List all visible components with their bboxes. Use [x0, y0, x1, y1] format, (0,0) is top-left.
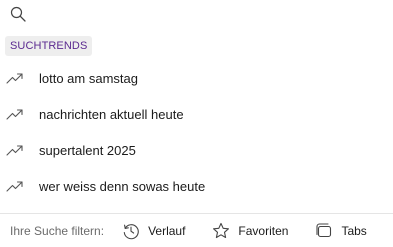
trend-list: lotto am samstag nachrichten aktuell heu… [0, 60, 393, 204]
filter-tabs-label: Tabs [341, 223, 367, 238]
filter-label: Ihre Suche filtern: [10, 223, 105, 238]
star-icon [212, 222, 230, 240]
filter-tabs-button[interactable]: Tabs [315, 222, 367, 240]
trend-label: lotto am samstag [39, 70, 138, 86]
trend-item[interactable]: lotto am samstag [0, 60, 393, 96]
search-suggestions-panel: SUCHTRENDS lotto am samstag nachrichten … [0, 0, 393, 247]
filter-favorites-button[interactable]: Favoriten [212, 222, 288, 240]
trend-item[interactable]: supertalent 2025 [0, 132, 393, 168]
trend-label: nachrichten aktuell heute [39, 106, 184, 122]
search-filter-bar: Ihre Suche filtern: Verlauf Favoriten Ta… [0, 213, 393, 247]
trending-up-icon [6, 178, 26, 194]
filter-favorites-label: Favoriten [238, 223, 289, 238]
search-icon-row [10, 4, 26, 24]
search-icon[interactable] [10, 6, 26, 22]
trend-label: supertalent 2025 [39, 142, 136, 158]
trend-item[interactable]: wer weiss denn sowas heute [0, 168, 393, 204]
trend-label: wer weiss denn sowas heute [39, 178, 206, 194]
filter-history-label: Verlauf [148, 223, 186, 238]
trending-up-icon [6, 106, 26, 122]
trending-up-icon [6, 142, 26, 158]
history-icon [122, 222, 140, 240]
section-title-suchtrends: SUCHTRENDS [5, 36, 93, 56]
tabs-icon [315, 222, 333, 240]
trending-up-icon [6, 70, 26, 86]
trend-item[interactable]: nachrichten aktuell heute [0, 96, 393, 132]
filter-history-button[interactable]: Verlauf [122, 222, 185, 240]
